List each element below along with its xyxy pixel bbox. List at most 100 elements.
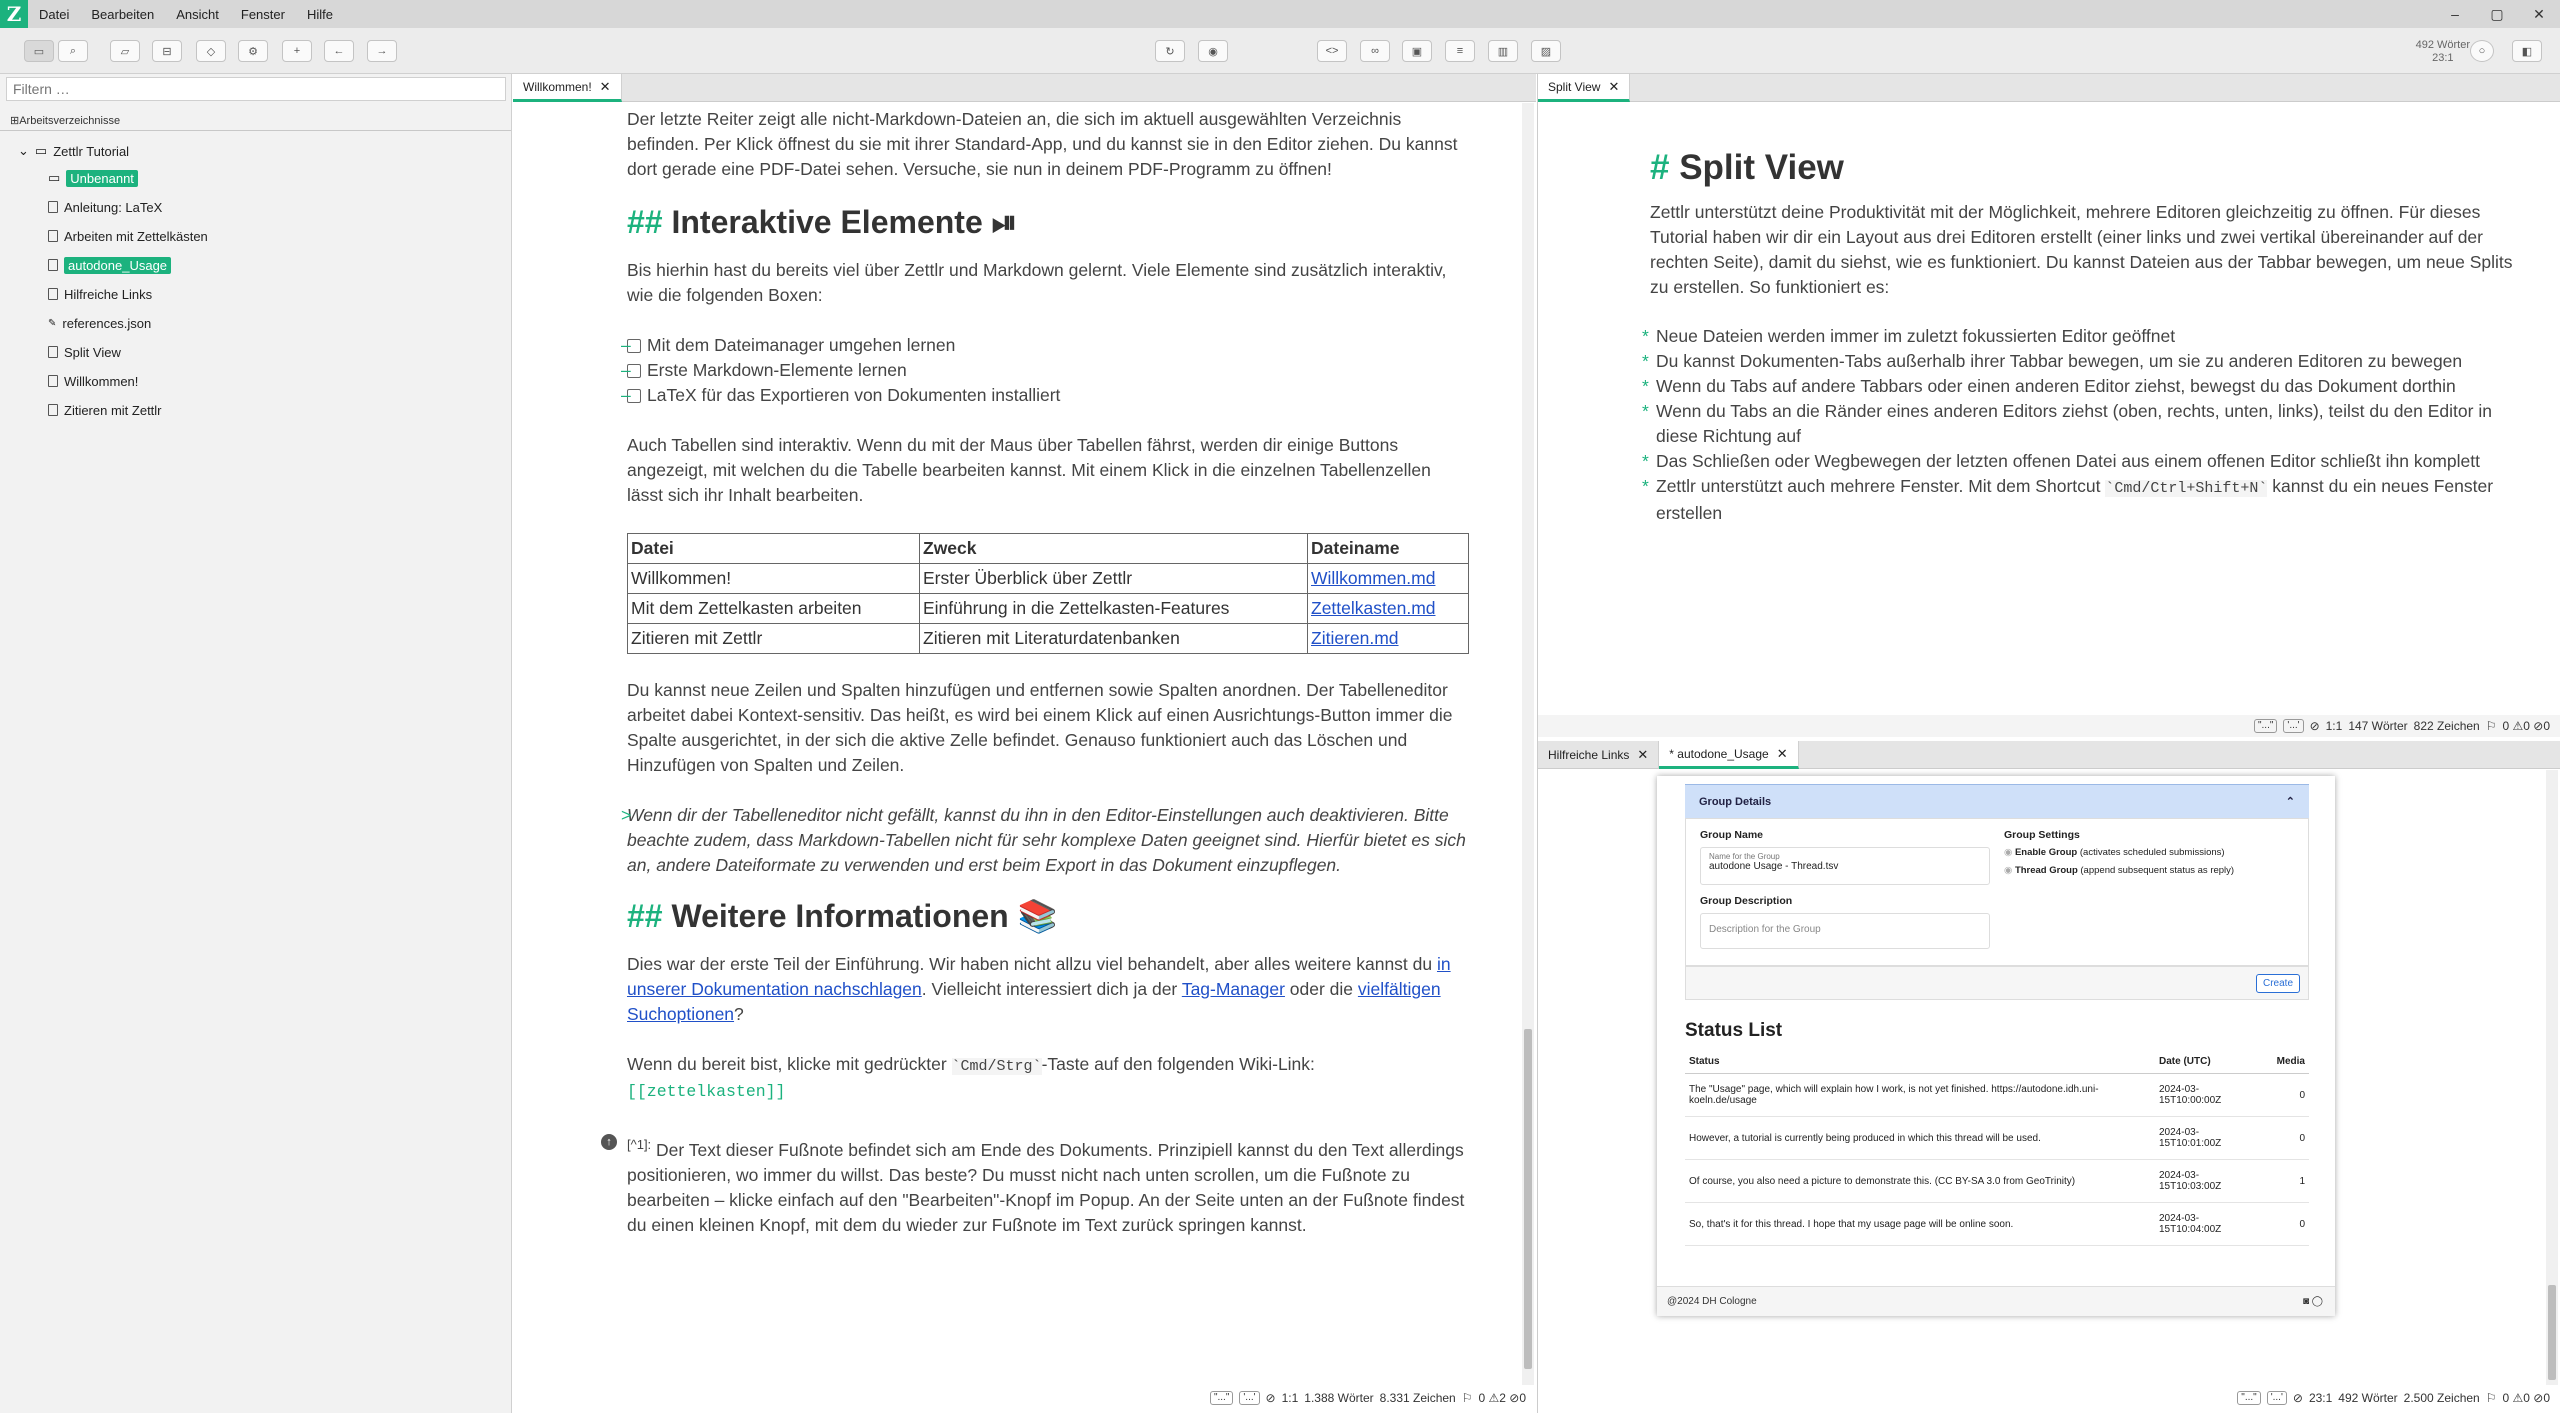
tab-split-view[interactable]: Split View ✕ (1538, 74, 1631, 102)
scrollbar-thumb[interactable] (2548, 1285, 2556, 1380)
file-icon (48, 375, 58, 387)
file-link[interactable]: Zettelkasten.md (1311, 598, 1436, 618)
eye-off-icon[interactable]: ⊘ (2293, 1391, 2303, 1405)
menu-fenster[interactable]: Fenster (230, 7, 296, 22)
table-cell[interactable]: Willkommen.md (1307, 563, 1469, 594)
left-scrollbar[interactable] (1522, 103, 1534, 1385)
quotes-toggle[interactable]: "..." (2237, 1391, 2261, 1405)
quotes-toggle[interactable]: '...' (2283, 719, 2304, 733)
file-link[interactable]: Willkommen.md (1311, 568, 1435, 588)
table-cell[interactable]: Willkommen! (627, 563, 920, 594)
back-icon[interactable]: ← (324, 40, 354, 62)
folder-icon: ▭ (48, 170, 61, 185)
inbox-icon[interactable]: ⊟ (152, 40, 182, 62)
tab-autodone-usage[interactable]: * autodone_Usage ✕ (1659, 741, 1799, 769)
code-icon[interactable]: <> (1317, 40, 1347, 62)
filter-input[interactable] (6, 77, 506, 101)
new-file-icon[interactable]: + (282, 40, 312, 62)
open-folder-icon[interactable]: ▱ (110, 40, 140, 62)
tree-item[interactable]: autodone_Usage (48, 255, 172, 275)
tree-item-label: Zitieren mit Zettlr (64, 402, 162, 418)
table-icon[interactable]: ▥ (1488, 40, 1518, 62)
file-manager-icon[interactable]: ▭ (24, 40, 54, 62)
tree-item[interactable]: Split View (48, 342, 121, 362)
table-cell[interactable]: Zitieren.md (1307, 623, 1469, 654)
table-cell[interactable]: Mit dem Zettelkasten arbeiten (627, 593, 920, 624)
sidebar: ⊞Arbeitsverzeichnisse ⌄▭Zettlr Tutorial … (0, 74, 512, 1413)
tag-manager-link[interactable]: Tag-Manager (1182, 979, 1285, 999)
heading-interaktive-elemente: ## Interaktive Elemente ⏯ (627, 202, 1467, 242)
chevron-down-icon[interactable]: ⌄ (18, 143, 29, 159)
search-icon[interactable]: ⌕ (58, 40, 88, 62)
left-editor[interactable]: Der letzte Reiter zeigt alle nicht-Markd… (513, 103, 1522, 1385)
settings-icon[interactable]: ⚙ (238, 40, 268, 62)
tree-item[interactable]: Hilfreiche Links (48, 284, 152, 304)
tag-icon[interactable]: ◇ (196, 40, 226, 62)
tree-item[interactable]: Anleitung: LaTeX (48, 197, 162, 217)
table-header[interactable]: Zweck (919, 533, 1308, 564)
tree-root[interactable]: ⌄ ▭ Zettlr Tutorial (18, 143, 129, 159)
circle-icon[interactable]: ○ (2470, 40, 2494, 62)
maximize-icon[interactable]: ▢ (2476, 0, 2518, 28)
word-count: 1.388 Wörter (1304, 1391, 1374, 1405)
menu-bearbeiten[interactable]: Bearbeiten (80, 7, 165, 22)
cursor-position: 1:1 (2325, 719, 2343, 733)
quotes-toggle[interactable]: "..." (2253, 719, 2278, 733)
tree-item[interactable]: Zitieren mit Zettlr (48, 400, 162, 420)
table-header[interactable]: Datei (627, 533, 920, 564)
heading-mark: ## (627, 204, 663, 240)
embedded-screenshot-image: Group Details ⌃ Group Name Name for the G… (1657, 776, 2335, 1316)
sidebar-toggle-icon[interactable]: ◧ (2512, 40, 2542, 62)
bottom-scrollbar[interactable] (2546, 770, 2558, 1385)
footnote-back-icon[interactable]: ↑ (601, 1134, 617, 1150)
table-cell: 2024-03-15T10:04:00Z (2155, 1202, 2255, 1246)
list-icon[interactable]: ≡ (1445, 40, 1475, 62)
footnote-text: Der Text dieser Fußnote befindet sich am… (627, 1139, 1465, 1235)
table-cell[interactable]: Zettelkasten.md (1307, 593, 1469, 624)
minimize-icon[interactable]: – (2434, 0, 2476, 28)
quotes-toggle[interactable]: '...' (1239, 1391, 1260, 1405)
scrollbar-thumb[interactable] (1524, 1029, 1532, 1369)
image-icon[interactable]: ▣ (1402, 40, 1432, 62)
tree-item[interactable]: ✎ references.json (48, 313, 151, 333)
close-tab-icon[interactable]: ✕ (1637, 747, 1648, 763)
table-cell[interactable]: Zitieren mit Zettlr (627, 623, 920, 654)
chart-icon[interactable]: ▨ (1531, 40, 1561, 62)
refresh-icon[interactable]: ↻ (1155, 40, 1185, 62)
tab-willkommen[interactable]: Willkommen! ✕ (513, 74, 622, 102)
close-tab-icon[interactable]: ✕ (1608, 79, 1619, 95)
table-cell: 0 (2255, 1202, 2309, 1246)
table-row: The "Usage" page, which will explain how… (1685, 1073, 2309, 1117)
close-icon[interactable]: ✕ (2518, 0, 2560, 28)
close-tab-icon[interactable]: ✕ (600, 79, 611, 95)
table-header[interactable]: Dateiname (1307, 533, 1469, 564)
table-cell[interactable]: Zitieren mit Literaturdatenbanken (919, 623, 1308, 654)
wiki-link[interactable]: [[zettelkasten]] (627, 1079, 1467, 1104)
link-icon[interactable]: ∞ (1360, 40, 1390, 62)
quotes-toggle[interactable]: '...' (2266, 1391, 2287, 1405)
markdown-table[interactable]: Datei Zweck Dateiname Willkommen! Erster… (627, 533, 1469, 654)
menu-ansicht[interactable]: Ansicht (165, 7, 230, 22)
group-name-input: Name for the Group autodone Usage - Thre… (1700, 847, 1990, 885)
close-tab-icon[interactable]: ✕ (1777, 746, 1788, 762)
table-cell[interactable]: Erster Überblick über Zettlr (919, 563, 1308, 594)
tree-item[interactable]: Arbeiten mit Zettelkästen (48, 226, 208, 246)
menu-hilfe[interactable]: Hilfe (296, 7, 344, 22)
tree-item[interactable]: Willkommen! (48, 371, 138, 391)
tree-item[interactable]: ▭ Unbenannt (48, 168, 138, 188)
menu-datei[interactable]: Datei (28, 7, 80, 22)
inline-code: `Cmd/Strg` (951, 1058, 1042, 1075)
quotes-toggle[interactable]: "..." (1209, 1391, 1234, 1405)
split-editor[interactable]: # Split View Zettlr unterstützt deine Pr… (1538, 103, 2560, 713)
file-link[interactable]: Zitieren.md (1311, 628, 1399, 648)
eye-off-icon[interactable]: ⊘ (1266, 1391, 1276, 1405)
preview-icon[interactable]: ◉ (1198, 40, 1228, 62)
paragraph: Der letzte Reiter zeigt alle nicht-Markd… (627, 109, 1458, 179)
tab-hilfreiche-links[interactable]: Hilfreiche Links ✕ (1538, 741, 1660, 769)
divider (0, 130, 511, 131)
file-icon (48, 259, 58, 271)
table-cell[interactable]: Einführung in die Zettelkasten-Features (919, 593, 1308, 624)
input-value: autodone Usage - Thread.tsv (1709, 861, 1839, 872)
forward-icon[interactable]: → (367, 40, 397, 62)
eye-off-icon[interactable]: ⊘ (2310, 719, 2320, 733)
